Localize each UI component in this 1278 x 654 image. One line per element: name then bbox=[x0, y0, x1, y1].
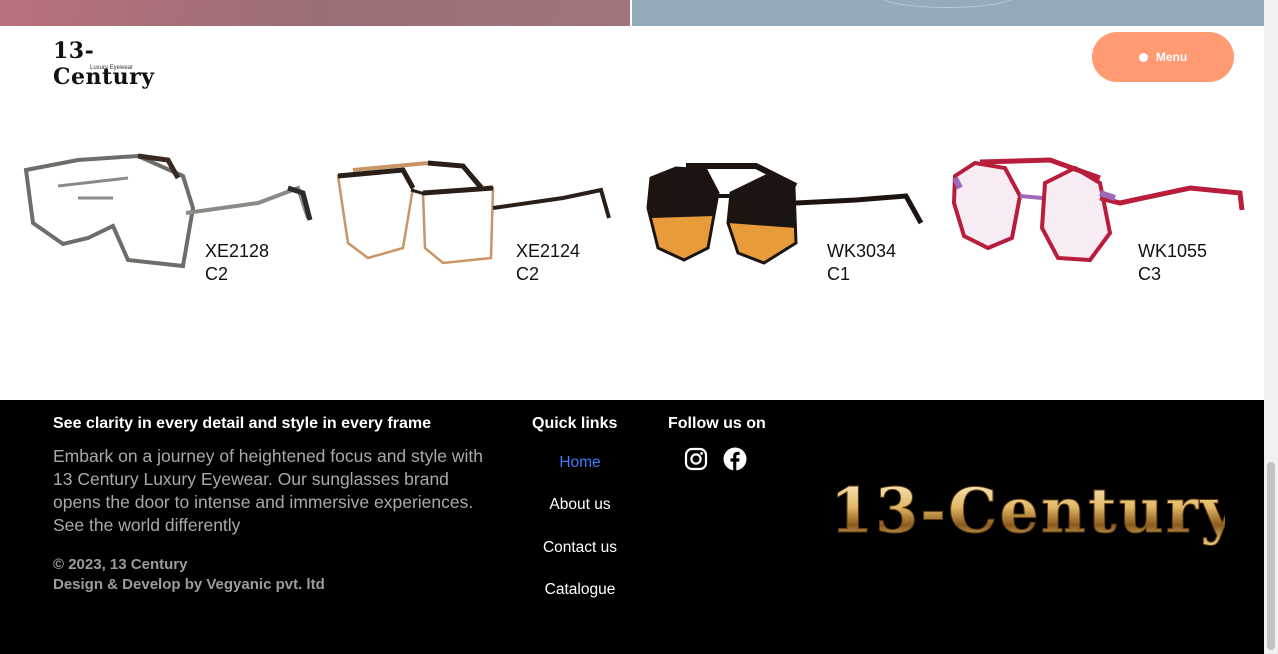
product-model: WK3034 bbox=[827, 241, 897, 261]
footer-brand-logo: 13-Century bbox=[830, 472, 1237, 552]
footer-credit[interactable]: Design & Develop by Vegyanic pvt. ltd bbox=[53, 575, 325, 595]
product-model: XE2128 bbox=[205, 241, 270, 261]
quick-links-heading: Quick links bbox=[532, 415, 618, 432]
footer-tagline-heading: See clarity in every detail and style in… bbox=[53, 415, 431, 432]
product-code: WK3034 C1 bbox=[827, 240, 896, 286]
brand-tagline: Luxury Eyewear bbox=[90, 65, 134, 71]
footer-description: Embark on a journey of heightened focus … bbox=[53, 446, 483, 535]
hero-image-left bbox=[0, 0, 630, 26]
footer-link-contact[interactable]: Contact us bbox=[520, 539, 640, 557]
brand-logo-text: 13-Century bbox=[53, 38, 155, 90]
product-code: WK1055 C3 bbox=[1138, 240, 1207, 286]
product-model: WK1055 bbox=[1138, 241, 1208, 261]
hero-decoration bbox=[877, 0, 1017, 8]
product-model: XE2124 bbox=[516, 241, 581, 261]
footer-link-about[interactable]: About us bbox=[520, 496, 640, 514]
footer-copyright: © 2023, 13 Century bbox=[53, 556, 188, 573]
product-card[interactable]: XE2128 C2 bbox=[18, 148, 318, 288]
brand-logo[interactable]: 13-Century Luxury Eyewear bbox=[53, 38, 183, 90]
product-color-code: C2 bbox=[516, 264, 540, 284]
product-color-code: C3 bbox=[1138, 264, 1162, 284]
product-code: XE2124 C2 bbox=[516, 240, 580, 286]
follow-heading: Follow us on bbox=[668, 415, 766, 432]
menu-button[interactable]: Menu bbox=[1092, 32, 1234, 82]
site-footer: See clarity in every detail and style in… bbox=[0, 400, 1264, 654]
facebook-icon[interactable] bbox=[723, 447, 747, 471]
instagram-icon[interactable] bbox=[684, 447, 708, 471]
eyeglasses-image bbox=[23, 153, 313, 269]
product-color-code: C2 bbox=[205, 264, 229, 284]
hero-image-right bbox=[632, 0, 1264, 26]
footer-copyright-block: © 2023, 13 Century Design & Develop by V… bbox=[53, 555, 325, 595]
product-card[interactable]: WK1055 C3 bbox=[950, 148, 1250, 288]
footer-link-catalogue[interactable]: Catalogue bbox=[520, 581, 640, 599]
footer-logo-text: 13-Century bbox=[830, 474, 1225, 547]
product-code: XE2128 C2 bbox=[205, 240, 269, 286]
menu-dot-icon bbox=[1138, 52, 1148, 62]
product-card[interactable]: XE2124 C2 bbox=[333, 148, 633, 288]
scrollbar-thumb[interactable] bbox=[1267, 462, 1275, 650]
product-card[interactable]: WK3034 C1 bbox=[646, 148, 946, 288]
footer-link-home[interactable]: Home bbox=[520, 454, 640, 472]
product-color-code: C1 bbox=[827, 264, 851, 284]
menu-button-label: Menu bbox=[1155, 50, 1188, 64]
